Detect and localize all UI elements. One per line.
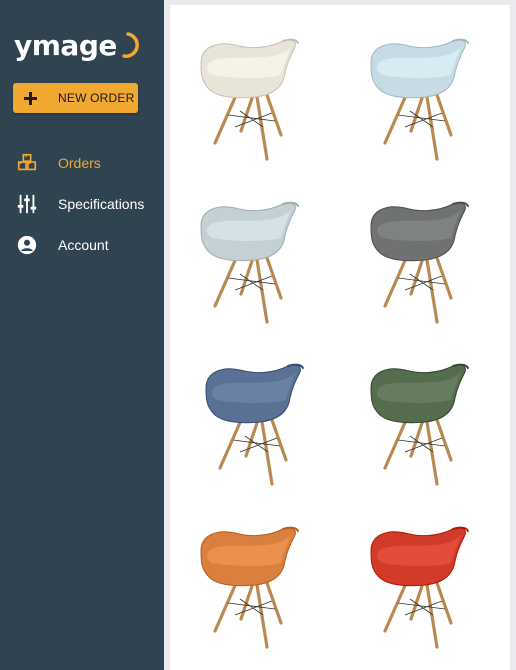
sidebar-item-specifications[interactable]: Specifications [0, 189, 164, 219]
new-order-button[interactable]: NEW ORDER [13, 83, 138, 113]
chair-image[interactable] [365, 360, 485, 490]
new-order-label: NEW ORDER [58, 91, 135, 105]
sidebar: ymage NEW ORDER Orders Specifications Ac… [0, 0, 164, 670]
plus-icon [24, 92, 37, 105]
chair-image[interactable] [195, 523, 315, 653]
boxes-icon [17, 153, 37, 171]
chair-image[interactable] [365, 523, 485, 653]
chair-image[interactable] [195, 198, 315, 328]
sliders-icon [17, 194, 37, 214]
logo[interactable]: ymage [14, 22, 139, 62]
logo-arc-icon [122, 32, 139, 58]
product-gallery [170, 5, 510, 670]
sidebar-item-label: Specifications [58, 196, 145, 212]
chair-image[interactable] [365, 35, 485, 165]
sidebar-item-label: Orders [58, 155, 101, 171]
content-panel [170, 5, 510, 670]
chair-image[interactable] [365, 198, 485, 328]
sidebar-item-label: Account [58, 237, 109, 253]
account-circle-icon [17, 235, 37, 255]
chair-image[interactable] [195, 35, 315, 165]
chair-image[interactable] [200, 360, 320, 490]
sidebar-item-account[interactable]: Account [0, 230, 164, 260]
sidebar-item-orders[interactable]: Orders [0, 148, 164, 178]
